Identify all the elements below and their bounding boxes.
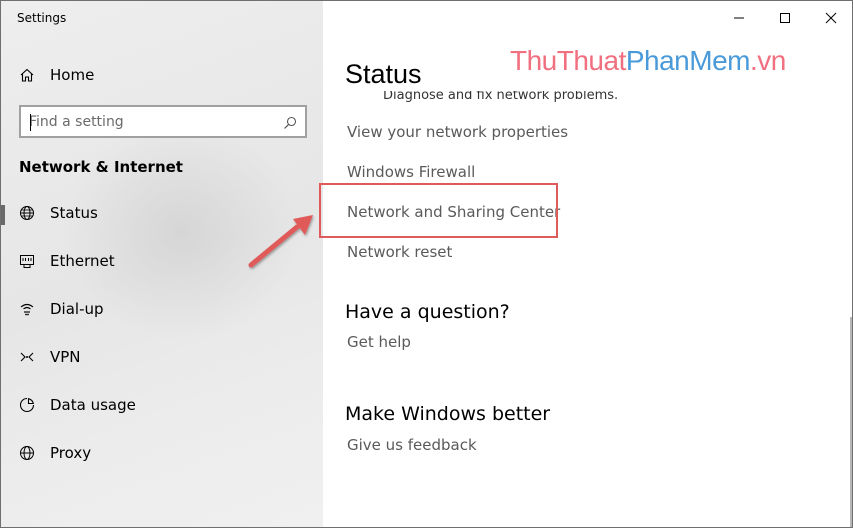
question-heading: Have a question?: [345, 301, 510, 323]
page-title: Status: [345, 59, 422, 89]
maximize-button[interactable]: [762, 1, 808, 35]
sidebar-item-vpn[interactable]: VPN: [1, 337, 323, 377]
annotation-arrow-icon: [248, 215, 313, 268]
dialup-icon: [19, 301, 35, 317]
link-network-reset[interactable]: Network reset: [347, 243, 452, 261]
sidebar-item-label: Proxy: [50, 444, 92, 462]
link-view-network-properties[interactable]: View your network properties: [347, 123, 568, 141]
watermark-logo: ThuThuatPhanMem.vn: [510, 45, 786, 76]
sidebar-item-label: Status: [50, 204, 98, 222]
minimize-icon: [734, 17, 744, 19]
search-icon[interactable]: [283, 115, 297, 129]
globe-icon: [19, 205, 35, 221]
main-content: ThuThuatPhanMem.vn Status Diagnose and f…: [319, 1, 852, 527]
vpn-icon: [19, 349, 35, 365]
home-icon: [19, 67, 35, 83]
globe-icon: [19, 445, 35, 461]
link-get-help[interactable]: Get help: [347, 333, 411, 351]
sidebar-item-proxy[interactable]: Proxy: [1, 433, 323, 473]
feedback-heading: Make Windows better: [345, 403, 551, 425]
search-input[interactable]: [29, 113, 269, 130]
window-controls: [716, 1, 852, 35]
text-caret: [30, 114, 31, 131]
sidebar-item-label: Dial-up: [50, 300, 104, 318]
search-field[interactable]: [19, 105, 307, 138]
sidebar-item-label: Data usage: [50, 396, 136, 414]
link-windows-firewall[interactable]: Windows Firewall: [347, 163, 475, 181]
sidebar-item-home[interactable]: Home: [1, 55, 323, 95]
close-button[interactable]: [808, 1, 852, 35]
sidebar-item-dialup[interactable]: Dial-up: [1, 289, 323, 329]
highlight-box: [319, 183, 558, 238]
sidebar-item-data-usage[interactable]: Data usage: [1, 385, 323, 425]
sidebar-item-label: Ethernet: [50, 252, 115, 270]
settings-window: Settings Home Network & Internet Status: [0, 0, 853, 528]
ethernet-icon: [19, 253, 35, 269]
minimize-button[interactable]: [716, 1, 762, 35]
close-icon: [825, 12, 837, 24]
app-title: Settings: [17, 11, 67, 25]
section-title: Network & Internet: [19, 158, 183, 176]
maximize-icon: [780, 13, 790, 23]
link-give-feedback[interactable]: Give us feedback: [347, 436, 477, 454]
data-usage-icon: [19, 397, 35, 413]
sidebar-item-label: VPN: [50, 348, 81, 366]
clipped-description: Diagnose and fix network problems.: [383, 91, 619, 103]
sidebar-item-label: Home: [50, 66, 95, 84]
